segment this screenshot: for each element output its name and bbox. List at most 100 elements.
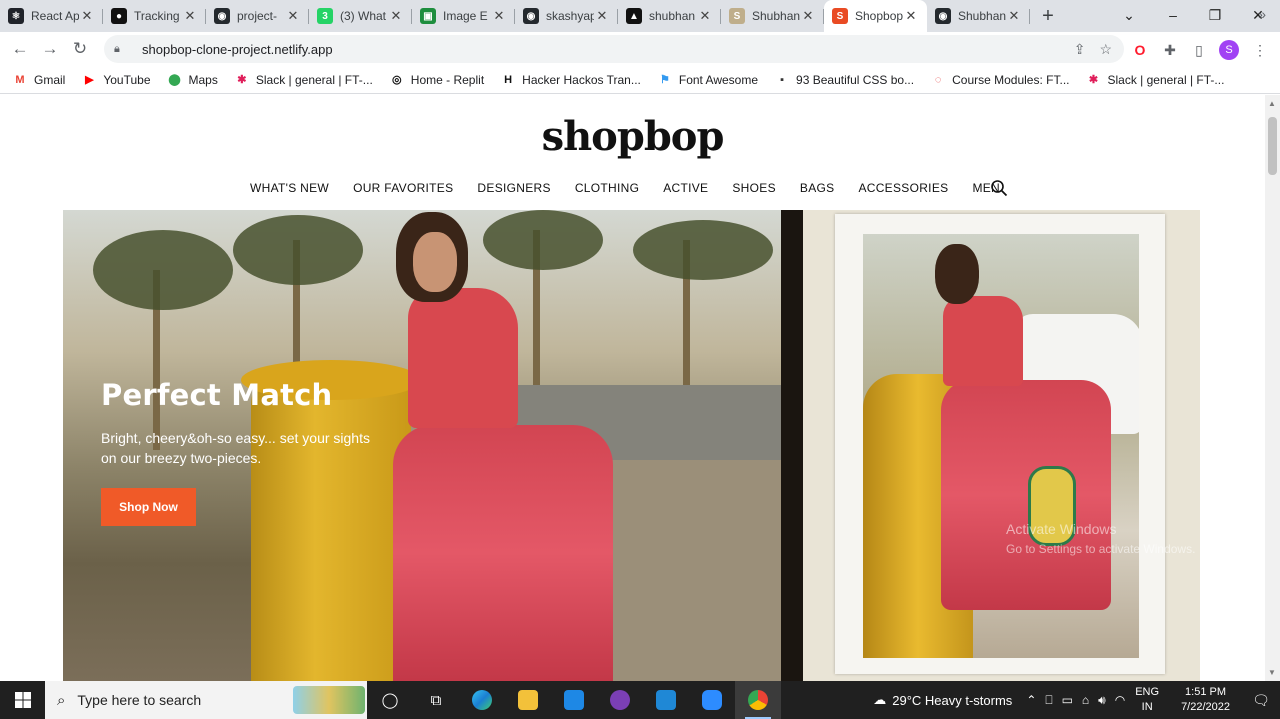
lock-icon[interactable]: 🔒︎ <box>114 43 132 56</box>
menu-kebab-icon[interactable]: ⋮ <box>1250 40 1270 60</box>
youtube-icon: ▶ <box>85 74 94 86</box>
bookmark-item[interactable]: ▪ 93 Beautiful CSS bo... <box>774 72 914 88</box>
bookmark-label: Hacker Hackos Tran... <box>522 72 641 87</box>
bookmark-item[interactable]: ✱ Slack | general | FT-... <box>234 72 373 88</box>
activate-windows-watermark: Activate Windows Go to Settings to activ… <box>1006 519 1195 559</box>
reload-icon[interactable]: ↻ <box>65 34 95 64</box>
close-tab-icon[interactable]: ✕ <box>388 8 404 24</box>
new-tab-button[interactable]: + <box>1032 0 1064 32</box>
meet-now-icon[interactable]: ⎕ <box>1045 693 1052 708</box>
nav-item[interactable]: SHOES <box>732 181 776 195</box>
chrome-icon[interactable] <box>735 681 781 719</box>
browser-tab[interactable]: ◉ Shubhan ✕ <box>927 0 1030 32</box>
browser-tab[interactable]: ⚛ React App✕ <box>0 0 103 32</box>
close-tab-icon[interactable]: ✕ <box>285 8 301 24</box>
close-tab-icon[interactable]: ✕ <box>903 8 919 24</box>
nav-item[interactable]: OUR FAVORITES <box>353 181 453 195</box>
notifications-icon[interactable]: 🗨︎ <box>1242 692 1280 709</box>
cortana-icon[interactable]: ◯ <box>367 681 413 719</box>
scroll-down-icon[interactable]: ▼ <box>1268 668 1276 677</box>
close-tab-icon[interactable]: ✕ <box>594 8 610 24</box>
task-view-icon[interactable]: ⧉ <box>413 681 459 719</box>
tab-title: Shubhan <box>752 9 800 23</box>
hero-banner[interactable]: Perfect Match Bright, cheery&oh-so easy.… <box>63 210 1200 681</box>
taskbar-search-box[interactable]: ⌕ Type here to search <box>45 681 367 719</box>
language-indicator[interactable]: ENG IN <box>1135 685 1159 715</box>
tab-favicon-icon: ◉ <box>935 8 951 24</box>
bookmark-item[interactable]: ⬤ Maps <box>167 72 218 88</box>
browser-tab[interactable]: ◉ project- ✕ <box>206 0 309 32</box>
mail-icon[interactable] <box>551 681 597 719</box>
tray-overflow-icon[interactable]: ⌃ <box>1026 693 1036 707</box>
back-icon[interactable]: ← <box>5 34 35 64</box>
close-tab-icon[interactable]: ✕ <box>1006 8 1022 24</box>
bookmark-item[interactable]: H Hacker Hackos Tran... <box>500 72 641 88</box>
close-tab-icon[interactable]: ✕ <box>79 8 95 24</box>
shop-now-button[interactable]: Shop Now <box>101 488 196 526</box>
browser-tab[interactable]: 3 (3) What ✕ <box>309 0 412 32</box>
bookmark-label: Slack | general | FT-... <box>1107 72 1225 87</box>
forward-icon[interactable]: → <box>35 34 65 64</box>
nav-item[interactable]: ACCESSORIES <box>858 181 948 195</box>
battery-icon[interactable]: ▭ <box>1062 693 1073 707</box>
close-tab-icon[interactable]: ✕ <box>491 8 507 24</box>
network-icon[interactable]: ⌂ <box>1082 693 1089 707</box>
restore-button[interactable]: ❐ <box>1193 0 1237 30</box>
bookmarks-overflow-icon[interactable]: » <box>1258 6 1266 22</box>
browser-tab[interactable]: ◉ skashyap ✕ <box>515 0 618 32</box>
nav-item[interactable]: DESIGNERS <box>477 181 550 195</box>
bookmark-item[interactable]: ⚑ Font Awesome <box>657 72 758 88</box>
minimize-button[interactable]: – <box>1151 0 1195 30</box>
wifi-icon[interactable]: ◠ <box>1115 693 1125 707</box>
search-icon[interactable] <box>990 179 1008 197</box>
extensions-puzzle-icon[interactable]: ✚ <box>1160 40 1180 60</box>
side-panel-icon[interactable]: ▯ <box>1189 40 1209 60</box>
tab-favicon-icon: ⚛ <box>8 8 24 24</box>
windows-start-icon[interactable] <box>0 681 45 719</box>
nav-item[interactable]: BAGS <box>800 181 835 195</box>
nav-item[interactable]: WHAT'S NEW <box>250 181 329 195</box>
tab-title: shubhan <box>649 9 696 23</box>
taskbar-clock[interactable]: 1:51 PM 7/22/2022 <box>1181 685 1230 715</box>
volume-icon[interactable]: 🔊︎ <box>1098 693 1106 708</box>
zoom-icon[interactable] <box>689 681 735 719</box>
weather-widget[interactable]: ☁ 29°C Heavy t-storms <box>873 692 1012 708</box>
bookmark-item[interactable]: ▶ YouTube <box>81 72 150 88</box>
bookmark-item[interactable]: ◌ Course Modules: FT... <box>930 72 1070 88</box>
profile-avatar[interactable]: S <box>1219 40 1239 60</box>
github-desktop-icon[interactable] <box>597 681 643 719</box>
tab-favicon-icon: S <box>729 8 745 24</box>
bookmark-item[interactable]: ✱ Slack | general | FT-... <box>1085 72 1225 88</box>
vscode-icon[interactable] <box>643 681 689 719</box>
file-explorer-icon[interactable] <box>505 681 551 719</box>
edge-icon[interactable] <box>459 681 505 719</box>
scroll-thumb[interactable] <box>1268 117 1277 175</box>
search-highlight-image <box>293 686 365 714</box>
scroll-up-icon[interactable]: ▲ <box>1268 99 1276 108</box>
browser-tab[interactable]: ● Tracking ✕ <box>103 0 206 32</box>
bookmark-label: Gmail <box>34 72 66 87</box>
browser-tab[interactable]: ▲ shubhan ✕ <box>618 0 721 32</box>
browser-tab[interactable]: S Shopbop ✕ <box>824 0 927 32</box>
browser-tab[interactable]: ▣ Image E ✕ <box>412 0 515 32</box>
site-logo[interactable]: shopbop <box>0 113 1265 160</box>
close-tab-icon[interactable]: ✕ <box>182 8 198 24</box>
maps-icon: ⬤ <box>168 74 181 86</box>
bookmark-item[interactable]: ◎ Home - Replit <box>389 72 484 88</box>
close-tab-icon[interactable]: ✕ <box>800 8 816 24</box>
film-strip <box>781 210 803 681</box>
bookmark-item[interactable]: M Gmail <box>12 72 65 88</box>
nav-item[interactable]: CLOTHING <box>575 181 639 195</box>
nav-item[interactable]: ACTIVE <box>663 181 708 195</box>
close-tab-icon[interactable]: ✕ <box>697 8 713 24</box>
hero-subtitle: Bright, cheery&oh-so easy... set your si… <box>101 430 370 466</box>
tab-title: Shubhan <box>958 9 1006 23</box>
browser-tab[interactable]: S Shubhan ✕ <box>721 0 824 32</box>
address-bar[interactable]: 🔒︎ shopbop-clone-project.netlify.app ⇪ ☆ <box>104 35 1124 63</box>
page-scrollbar[interactable]: ▲ ▼ <box>1265 95 1280 681</box>
tab-search-icon[interactable]: ⌄ <box>1107 0 1151 30</box>
share-icon[interactable]: ⇪ <box>1074 41 1086 58</box>
opera-extension-icon[interactable]: O <box>1130 40 1150 60</box>
hero-title: Perfect Match <box>101 378 333 412</box>
bookmark-star-icon[interactable]: ☆ <box>1099 41 1112 58</box>
